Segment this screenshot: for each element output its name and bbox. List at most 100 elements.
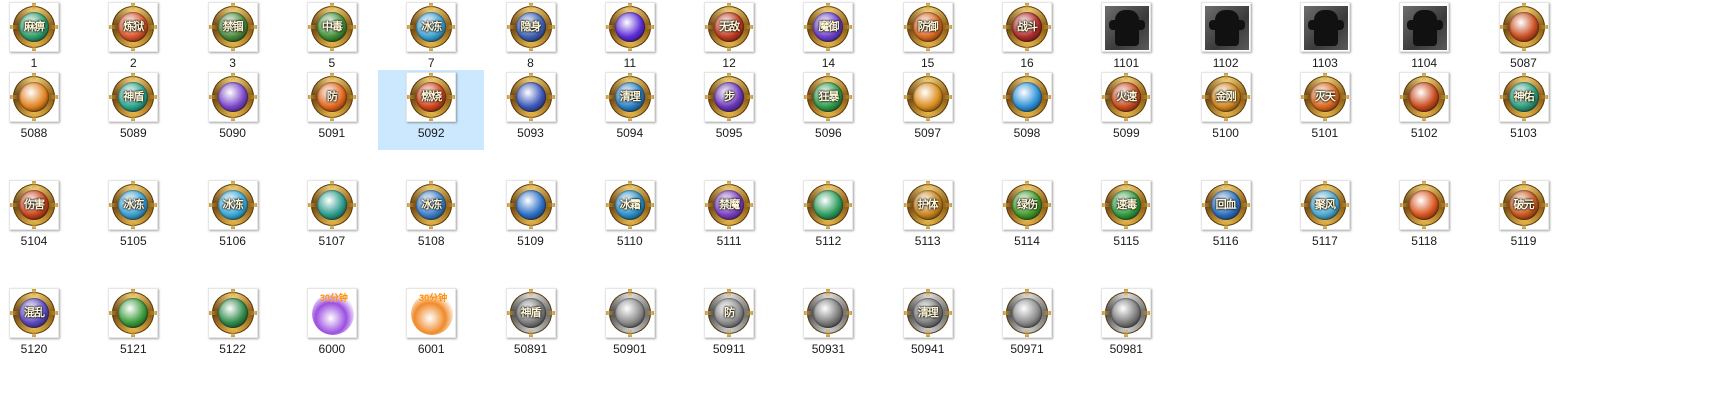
file-item[interactable]: 50901: [577, 286, 683, 366]
file-thumbnail: [505, 72, 556, 122]
file-item[interactable]: 禁锢 3: [180, 0, 286, 80]
file-item[interactable]: 无敌 12: [676, 0, 782, 80]
file-item[interactable]: 50971: [974, 286, 1080, 366]
file-item[interactable]: 冰冻 5106: [180, 178, 286, 258]
file-item[interactable]: 麻痹 1: [0, 0, 87, 80]
file-item[interactable]: 绿伤 5114: [974, 178, 1080, 258]
skill-badge-icon: 混乱: [10, 289, 58, 337]
file-item[interactable]: 1101: [1073, 0, 1179, 80]
file-name: 5116: [1212, 234, 1239, 248]
file-item[interactable]: 燃烧 5092: [378, 70, 485, 150]
file-item[interactable]: 步 5095: [676, 70, 782, 150]
file-item[interactable]: 火速 5099: [1073, 70, 1179, 150]
file-item[interactable]: 11: [577, 0, 683, 80]
file-name: 5091: [318, 126, 346, 140]
skill-badge-icon: 步: [705, 73, 754, 121]
file-row: 伤害 5104 冰冻 5105 冰冻 5106 5107 冰冻 5108 5109 冰霜 5110 禁魔…: [0, 178, 1723, 258]
skill-badge-icon: [1003, 73, 1051, 121]
file-item[interactable]: 冰冻 7: [378, 0, 484, 80]
file-name: 5121: [119, 342, 147, 356]
file-item[interactable]: 神盾 5089: [80, 70, 186, 150]
skill-badge-icon: 灭天: [1300, 73, 1349, 121]
file-thumbnail: 燃烧: [406, 72, 457, 122]
file-item[interactable]: 5088: [0, 70, 87, 150]
file-item[interactable]: 50981: [1073, 286, 1179, 366]
file-item[interactable]: 冰霜 5110: [577, 178, 683, 258]
file-item[interactable]: 防 50911: [676, 286, 782, 366]
file-thumbnail: 冰冻: [108, 180, 159, 230]
file-name: 50971: [1010, 342, 1044, 356]
file-item[interactable]: 1104: [1371, 0, 1477, 80]
file-item[interactable]: 禁魔 5111: [676, 178, 782, 258]
file-item[interactable]: 清理 50941: [875, 286, 981, 366]
badge-emblem-text: [1509, 12, 1539, 42]
file-item[interactable]: 破元 5119: [1471, 178, 1577, 258]
file-item[interactable]: 5118: [1371, 178, 1477, 258]
skill-badge-icon: 护体: [903, 181, 952, 229]
file-thumbnail: 神佑: [1498, 72, 1549, 122]
file-item[interactable]: 速毒 5115: [1073, 178, 1179, 258]
file-name: 16: [1020, 56, 1034, 70]
skill-badge-icon: [1003, 289, 1051, 337]
file-item[interactable]: 聚风 5117: [1272, 178, 1378, 258]
badge-emblem-text: [813, 298, 843, 328]
file-item[interactable]: 混乱 5120: [0, 286, 87, 366]
file-item[interactable]: 5107: [279, 178, 385, 258]
file-item[interactable]: 5122: [180, 286, 286, 366]
file-item[interactable]: 30分钟 6000: [279, 286, 385, 366]
file-item[interactable]: 防 5091: [279, 70, 385, 150]
file-item[interactable]: 5087: [1471, 0, 1577, 80]
file-item[interactable]: 防御 15: [875, 0, 981, 80]
file-item[interactable]: 清理 5094: [577, 70, 683, 150]
skill-badge-icon: [1400, 181, 1449, 229]
skill-badge-icon: 神盾: [109, 73, 158, 121]
file-item[interactable]: 1103: [1272, 0, 1378, 80]
file-thumbnail: 速毒: [1101, 180, 1152, 230]
file-item[interactable]: 灭天 5101: [1272, 70, 1378, 150]
file-item[interactable]: 5098: [974, 70, 1080, 150]
badge-emblem-text: 无敌: [719, 21, 740, 33]
file-item[interactable]: 5090: [180, 70, 286, 150]
file-item[interactable]: 冰冻 5108: [378, 178, 484, 258]
file-name: 5100: [1212, 126, 1239, 140]
file-item[interactable]: 中毒 5: [279, 0, 385, 80]
file-thumbnail: 神盾: [505, 288, 556, 338]
file-item[interactable]: 伤害 5104: [0, 178, 87, 258]
file-thumbnail: 30分钟: [306, 288, 357, 338]
badge-emblem-text: 金刚: [1215, 91, 1237, 103]
file-item[interactable]: 护体 5113: [875, 178, 981, 258]
skill-badge-icon: 聚风: [1300, 181, 1349, 229]
badge-emblem-text: 绿伤: [1017, 199, 1038, 211]
file-item[interactable]: 狂暴 5096: [775, 70, 881, 150]
file-item[interactable]: 5102: [1371, 70, 1477, 150]
file-item[interactable]: 神佑 5103: [1471, 70, 1577, 150]
file-thumbnail: [803, 288, 854, 338]
file-item[interactable]: 炼狱 2: [80, 0, 186, 80]
file-item[interactable]: 魔御 14: [775, 0, 881, 80]
file-item[interactable]: 1102: [1173, 0, 1279, 80]
file-item[interactable]: 5121: [80, 286, 186, 366]
file-item[interactable]: 金刚 5100: [1173, 70, 1279, 150]
file-item[interactable]: 30分钟 6001: [378, 286, 484, 366]
skill-badge-icon: 冰冻: [407, 181, 456, 229]
file-name: 5105: [119, 234, 147, 248]
file-item[interactable]: 5112: [775, 178, 881, 258]
file-thumbnail: 冰冻: [207, 180, 258, 230]
file-name: 5107: [318, 234, 346, 248]
file-item[interactable]: 隐身 8: [478, 0, 584, 80]
file-thumbnail: [1002, 72, 1052, 122]
file-item[interactable]: 5097: [875, 70, 981, 150]
file-item[interactable]: 冰冻 5105: [80, 178, 186, 258]
file-item[interactable]: 神盾 50891: [478, 286, 584, 366]
file-item[interactable]: 战斗 16: [974, 0, 1080, 80]
file-name: 7: [427, 56, 435, 70]
file-item[interactable]: 50931: [775, 286, 881, 366]
file-item[interactable]: 5093: [478, 70, 584, 150]
file-thumbnail: 麻痹: [9, 2, 59, 52]
file-item[interactable]: 回血 5116: [1173, 178, 1279, 258]
skill-badge-icon: [804, 181, 853, 229]
skill-badge-icon: [307, 181, 356, 229]
file-thumbnail: 清理: [604, 72, 655, 122]
file-item[interactable]: 5109: [478, 178, 584, 258]
badge-emblem-text: 麻痹: [24, 21, 45, 33]
